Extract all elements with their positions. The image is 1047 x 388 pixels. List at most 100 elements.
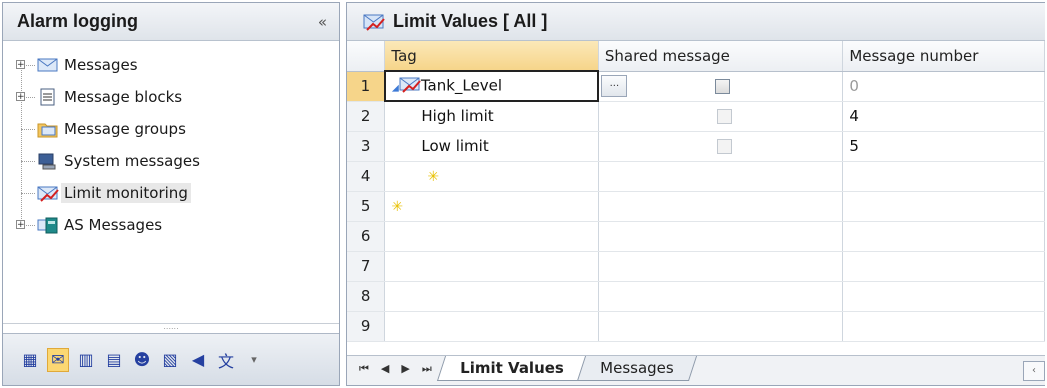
ellipsis-button[interactable]: ... (601, 75, 628, 97)
limit-name: High limit (421, 107, 494, 126)
message-number-cell[interactable] (842, 161, 1045, 192)
table-row[interactable]: 8 (347, 281, 1045, 312)
tree-item-system-messages[interactable]: System messages (3, 145, 339, 177)
list-icon[interactable]: ▤ (103, 348, 125, 372)
collapse-panel-button[interactable]: « (318, 13, 327, 31)
next-page-icon[interactable]: ▶ (401, 362, 409, 376)
new-row-icon[interactable]: ✳ (391, 169, 439, 185)
column-header-tag[interactable]: Tag (384, 41, 599, 72)
message-number-cell[interactable] (842, 311, 1045, 342)
shared-message-checkbox (716, 139, 732, 154)
row-number[interactable]: 6 (347, 221, 386, 252)
tag-cell[interactable]: ◢ Tank_Level (383, 70, 600, 102)
table-row[interactable]: 3 Low limit 5 (347, 131, 1045, 162)
row-number[interactable]: 1 (347, 71, 386, 102)
limit-values-header: Limit Values [ All ] (347, 3, 1045, 41)
tag-cell[interactable]: ✳ (384, 191, 599, 222)
tag-cell[interactable]: Low limit (384, 131, 599, 162)
shared-message-checkbox[interactable] (715, 78, 731, 94)
tree-item-messages[interactable]: + Messages (3, 49, 339, 81)
row-number[interactable]: 5 (347, 191, 386, 222)
table-row[interactable]: 2 High limit 4 (347, 101, 1045, 132)
expand-toggle-icon[interactable]: + (16, 220, 25, 230)
last-page-icon[interactable]: ⏭ (422, 362, 432, 376)
limit-envelope-icon (399, 77, 421, 97)
horizontal-scrollbar[interactable]: ‹ (1023, 361, 1045, 381)
shared-message-cell[interactable] (598, 191, 844, 222)
tab-messages[interactable]: Messages (577, 356, 698, 381)
table-row[interactable]: 5 ✳ (347, 191, 1045, 222)
new-row-icon[interactable]: ✳ (391, 199, 403, 215)
message-number-cell[interactable] (842, 191, 1045, 222)
shared-message-cell[interactable]: ... (598, 71, 844, 102)
shared-message-cell[interactable] (598, 251, 844, 282)
grid-icon[interactable]: ▦ (19, 348, 41, 372)
tag-cell[interactable]: High limit (384, 101, 599, 132)
tree-item-label: Message groups (64, 120, 186, 138)
tag-cell[interactable] (384, 281, 599, 312)
users-icon[interactable]: ☻ (131, 348, 153, 372)
tree-item-limit-monitoring[interactable]: Limit monitoring (3, 177, 339, 209)
tree-item-message-groups[interactable]: Message groups (3, 113, 339, 145)
tree-branch-line (21, 129, 35, 130)
table-row[interactable]: 7 (347, 251, 1045, 282)
splitter-grip[interactable]: ...... (3, 323, 339, 332)
limit-icon[interactable]: ✉ (47, 347, 69, 372)
expand-toggle-icon[interactable]: + (16, 92, 25, 102)
navigation-tree: + Messages + Message blocks Message groups Sy… (3, 41, 339, 241)
row-number-header (347, 41, 386, 72)
columns-icon[interactable]: ▥ (75, 348, 97, 372)
tree-item-message-blocks[interactable]: + Message blocks (3, 81, 339, 113)
tag-cell[interactable] (384, 221, 599, 252)
alarm-logging-panel: Alarm logging « + Messages + Message blocks… (2, 2, 340, 386)
limit-name: Low limit (421, 137, 489, 155)
row-number[interactable]: 7 (347, 251, 386, 282)
tab-limit-values[interactable]: Limit Values (436, 356, 587, 381)
message-number-cell[interactable] (842, 251, 1045, 282)
table-row[interactable]: 9 (347, 311, 1045, 342)
message-number-cell[interactable] (842, 281, 1045, 312)
tree-item-label: Message blocks (64, 88, 183, 106)
table-header-row: Tag Shared message Message number (347, 41, 1045, 72)
editor-title: Limit Values [ All ] (393, 11, 548, 31)
tag-cell[interactable] (384, 311, 599, 342)
tab-navigation: ⏮ ◀ ▶ ⏭ (347, 356, 442, 376)
shared-message-cell[interactable] (598, 221, 844, 252)
expanded-node-icon: ◢ (391, 83, 399, 94)
table-row[interactable]: 4 ✳ (347, 161, 1045, 192)
blocks-icon[interactable]: ▧ (159, 348, 181, 372)
language-icon[interactable]: 文 (215, 348, 237, 372)
tree-branch-line (21, 193, 35, 194)
limit-envelope-icon (363, 14, 385, 31)
shared-message-cell[interactable] (598, 131, 844, 162)
editor-toolbar: ▦ ✉ ▥ ▤ ☻ ▧ ◀ 文 ▾ (3, 333, 339, 385)
message-number-cell[interactable] (842, 221, 1045, 252)
shared-message-cell[interactable] (598, 161, 844, 192)
column-header-shared-message[interactable]: Shared message (598, 41, 844, 72)
tag-cell[interactable]: ✳ (384, 161, 599, 192)
document-icon (37, 88, 59, 106)
row-number[interactable]: 8 (347, 281, 386, 312)
table-row[interactable]: 6 (347, 221, 1045, 252)
prev-page-icon[interactable]: ◀ (381, 362, 389, 376)
row-number[interactable]: 2 (347, 101, 386, 132)
message-number-cell[interactable]: 0 (842, 71, 1045, 102)
shared-message-cell[interactable] (598, 311, 844, 342)
column-header-message-number[interactable]: Message number (842, 41, 1045, 72)
envelope-icon (37, 56, 59, 74)
expand-toggle-icon[interactable]: + (16, 60, 25, 70)
shared-message-cell[interactable] (598, 281, 844, 312)
row-number[interactable]: 3 (347, 131, 386, 162)
row-number[interactable]: 4 (347, 161, 386, 192)
row-number[interactable]: 9 (347, 311, 386, 342)
first-page-icon[interactable]: ⏮ (359, 362, 369, 376)
speaker-icon[interactable]: ◀ (187, 348, 209, 372)
table-row[interactable]: 1 ◢ Tank_Level... 0 (347, 70, 1045, 102)
message-number-cell[interactable]: 5 (842, 131, 1045, 162)
message-number-cell[interactable]: 4 (842, 101, 1045, 132)
shared-message-cell[interactable] (598, 101, 844, 132)
more-icon[interactable]: ▾ (243, 348, 265, 372)
tag-cell[interactable] (384, 251, 599, 282)
limit-values-panel: Limit Values [ All ] Tag Shared message … (346, 2, 1045, 386)
tree-item-as-messages[interactable]: + AS Messages (3, 209, 339, 241)
